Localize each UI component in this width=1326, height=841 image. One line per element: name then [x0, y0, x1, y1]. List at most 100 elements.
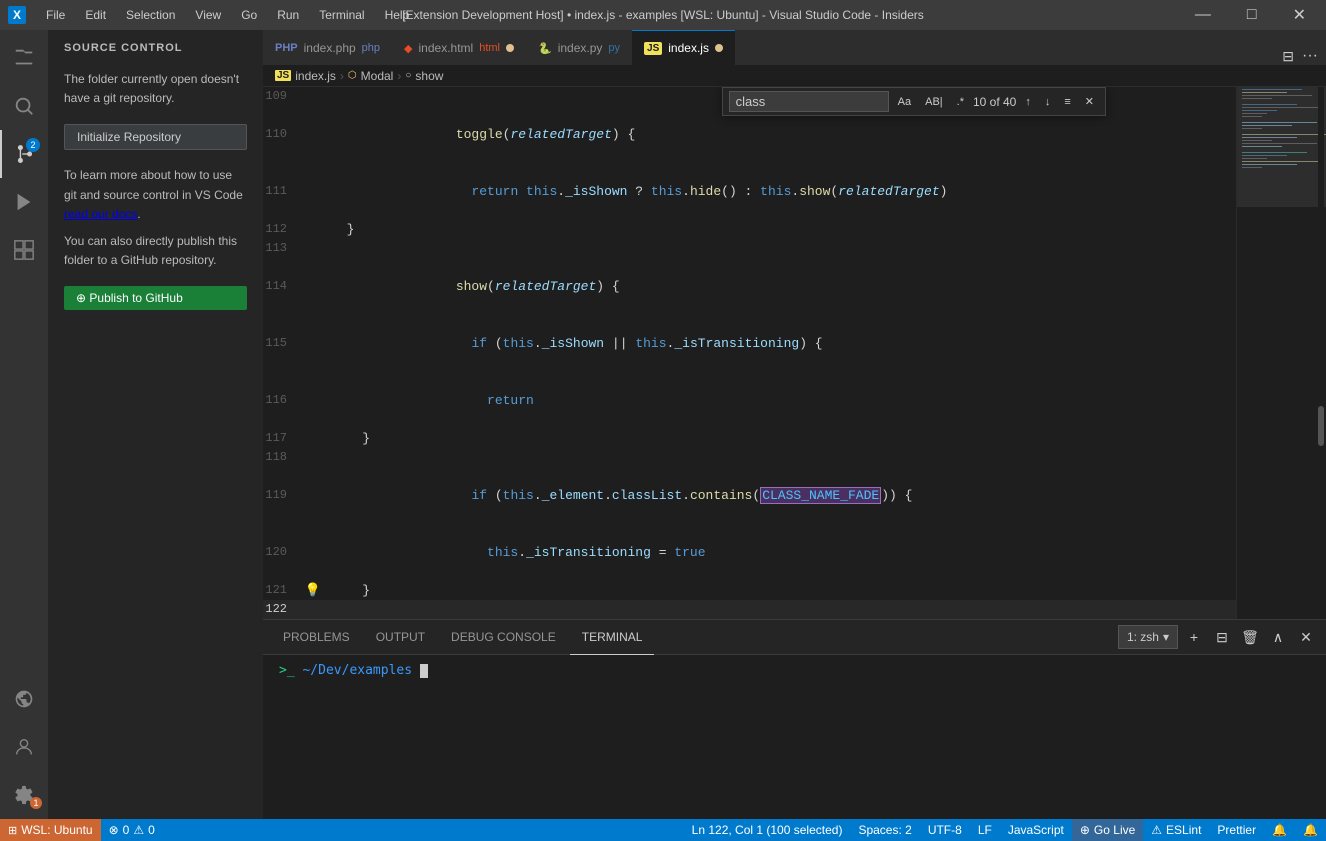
initialize-repository-button[interactable]: Initialize Repository: [64, 124, 247, 150]
find-close-button[interactable]: ✕: [1080, 93, 1099, 110]
breadcrumb-file[interactable]: index.js: [295, 69, 336, 83]
find-count: 10 of 40: [973, 95, 1016, 109]
line-number: 115: [263, 334, 303, 353]
menu-view[interactable]: View: [187, 6, 229, 24]
activity-account[interactable]: [0, 723, 48, 771]
status-go-live[interactable]: ⊕ Go Live: [1072, 819, 1143, 841]
breadcrumb-class[interactable]: Modal: [361, 69, 394, 83]
panel-tab-output[interactable]: OUTPUT: [364, 620, 437, 655]
close-panel-button[interactable]: ✕: [1294, 625, 1318, 649]
panel-nav-up[interactable]: ∧: [1266, 625, 1290, 649]
maximize-button[interactable]: □: [1235, 0, 1269, 30]
activity-explorer[interactable]: [0, 34, 48, 82]
terminal-path: ~/Dev/examples: [302, 663, 412, 678]
find-widget: Aa AB| .* 10 of 40 ↑ ↓ ≡ ✕: [722, 87, 1106, 116]
more-actions-icon[interactable]: ···: [1302, 47, 1318, 65]
regex-button[interactable]: .*: [952, 94, 969, 110]
status-remote[interactable]: ⊞ WSL: Ubuntu: [0, 819, 101, 841]
tab-html-lang: html: [479, 42, 500, 54]
menu-run[interactable]: Run: [269, 6, 307, 24]
minimap-scrollbar-track: [1318, 87, 1324, 619]
error-count: 0: [123, 823, 130, 837]
whole-word-button[interactable]: AB|: [920, 94, 948, 110]
breadcrumb-func-icon: ○: [405, 70, 411, 81]
menu-terminal[interactable]: Terminal: [311, 6, 372, 24]
eslint-icon: ⚠: [1151, 823, 1162, 837]
add-terminal-button[interactable]: +: [1182, 625, 1206, 649]
code-line-121: 121 💡 }: [263, 581, 1236, 600]
split-editor-icon[interactable]: ⊟: [1282, 48, 1294, 65]
line-number: 110: [263, 125, 303, 144]
panel-actions: 1: zsh ▾ + ⊟ 🗑 ∧ ✕: [1118, 625, 1318, 649]
tab-js[interactable]: JS index.js: [632, 30, 735, 65]
minimize-button[interactable]: —: [1183, 0, 1223, 30]
minimap-scrollbar-thumb[interactable]: [1318, 406, 1324, 446]
sidebar-title: SOURCE CONTROL: [48, 30, 263, 62]
status-eol[interactable]: LF: [970, 819, 1000, 841]
activity-remote[interactable]: [0, 675, 48, 723]
menu-selection[interactable]: Selection: [118, 6, 183, 24]
error-icon: ⊗: [109, 823, 119, 837]
terminal-selector[interactable]: 1: zsh ▾: [1118, 625, 1178, 649]
read-docs-link[interactable]: read our docs: [64, 207, 137, 221]
status-spaces[interactable]: Spaces: 2: [850, 819, 919, 841]
match-case-button[interactable]: Aa: [893, 94, 916, 110]
main-area: 2 1 SOURCE CONTROL The folder cur: [0, 30, 1326, 819]
code-line-113: 113: [263, 239, 1236, 258]
activity-run[interactable]: [0, 178, 48, 226]
eslint-label: ESLint: [1166, 823, 1201, 837]
find-input[interactable]: [729, 91, 889, 112]
status-eslint[interactable]: ⚠ ESLint: [1143, 819, 1209, 841]
publish-to-github-button[interactable]: ⊕ Publish to GitHub: [64, 286, 247, 310]
code-line-117: 117 }: [263, 429, 1236, 448]
tab-py[interactable]: 🐍 index.py py: [526, 30, 632, 65]
menu-edit[interactable]: Edit: [77, 6, 114, 24]
activity-settings[interactable]: 1: [0, 771, 48, 819]
activity-source-control[interactable]: 2: [0, 130, 48, 178]
activity-extensions[interactable]: [0, 226, 48, 274]
menu-file[interactable]: File: [38, 6, 73, 24]
status-errors[interactable]: ⊗ 0 ⚠ 0: [101, 819, 163, 841]
help-text: To learn more about how to use git and s…: [48, 158, 263, 232]
panel-tab-problems[interactable]: PROBLEMS: [271, 620, 362, 655]
warning-count: 0: [148, 823, 155, 837]
split-terminal-button[interactable]: ⊟: [1210, 625, 1234, 649]
status-encoding[interactable]: UTF-8: [920, 819, 970, 841]
status-notifications[interactable]: 🔔: [1295, 819, 1326, 841]
line-number: 111: [263, 182, 303, 201]
remote-label: WSL: Ubuntu: [21, 823, 92, 837]
vscode-icon: X: [8, 6, 26, 24]
kill-terminal-button[interactable]: 🗑: [1238, 625, 1262, 649]
line-content: this._isTransitioning = true: [323, 524, 1236, 581]
tab-js-icon: JS: [644, 42, 662, 55]
status-language[interactable]: JavaScript: [1000, 819, 1072, 841]
hint-lightbulb[interactable]: 💡: [303, 581, 323, 600]
tab-php[interactable]: PHP index.php php: [263, 30, 392, 65]
close-button[interactable]: ✕: [1281, 0, 1318, 30]
breadcrumb-method[interactable]: show: [415, 69, 443, 83]
titlebar: X File Edit Selection View Go Run Termin…: [0, 0, 1326, 30]
line-number: 114: [263, 277, 303, 296]
find-next-button[interactable]: ↓: [1040, 94, 1056, 110]
panel-tab-terminal[interactable]: TERMINAL: [570, 620, 655, 655]
menu-go[interactable]: Go: [233, 6, 265, 24]
line-number: 118: [263, 448, 303, 467]
code-editor[interactable]: 109 110 toggle(relatedTarget) {: [263, 87, 1236, 619]
go-live-label: Go Live: [1094, 823, 1135, 837]
tab-html-label: index.html: [419, 41, 474, 55]
terminal-content[interactable]: >_ ~/Dev/examples: [263, 655, 1326, 819]
activity-search[interactable]: [0, 82, 48, 130]
line-number: 116: [263, 391, 303, 410]
code-line-116: 116 return: [263, 372, 1236, 429]
status-position[interactable]: Ln 122, Col 1 (100 selected): [684, 819, 851, 841]
notification-icon: 🔔: [1303, 823, 1318, 837]
find-prev-button[interactable]: ↑: [1020, 94, 1036, 110]
status-prettier[interactable]: Prettier: [1209, 819, 1264, 841]
status-feedback[interactable]: 🔔: [1264, 819, 1295, 841]
line-content: }: [323, 220, 1236, 239]
breadcrumb-js-icon: JS: [275, 70, 291, 81]
panel-tab-debug-console[interactable]: DEBUG CONSOLE: [439, 620, 568, 655]
find-lines-button[interactable]: ≡: [1059, 94, 1075, 110]
tab-html[interactable]: ◆ index.html html: [392, 30, 526, 65]
line-number: 120: [263, 543, 303, 562]
